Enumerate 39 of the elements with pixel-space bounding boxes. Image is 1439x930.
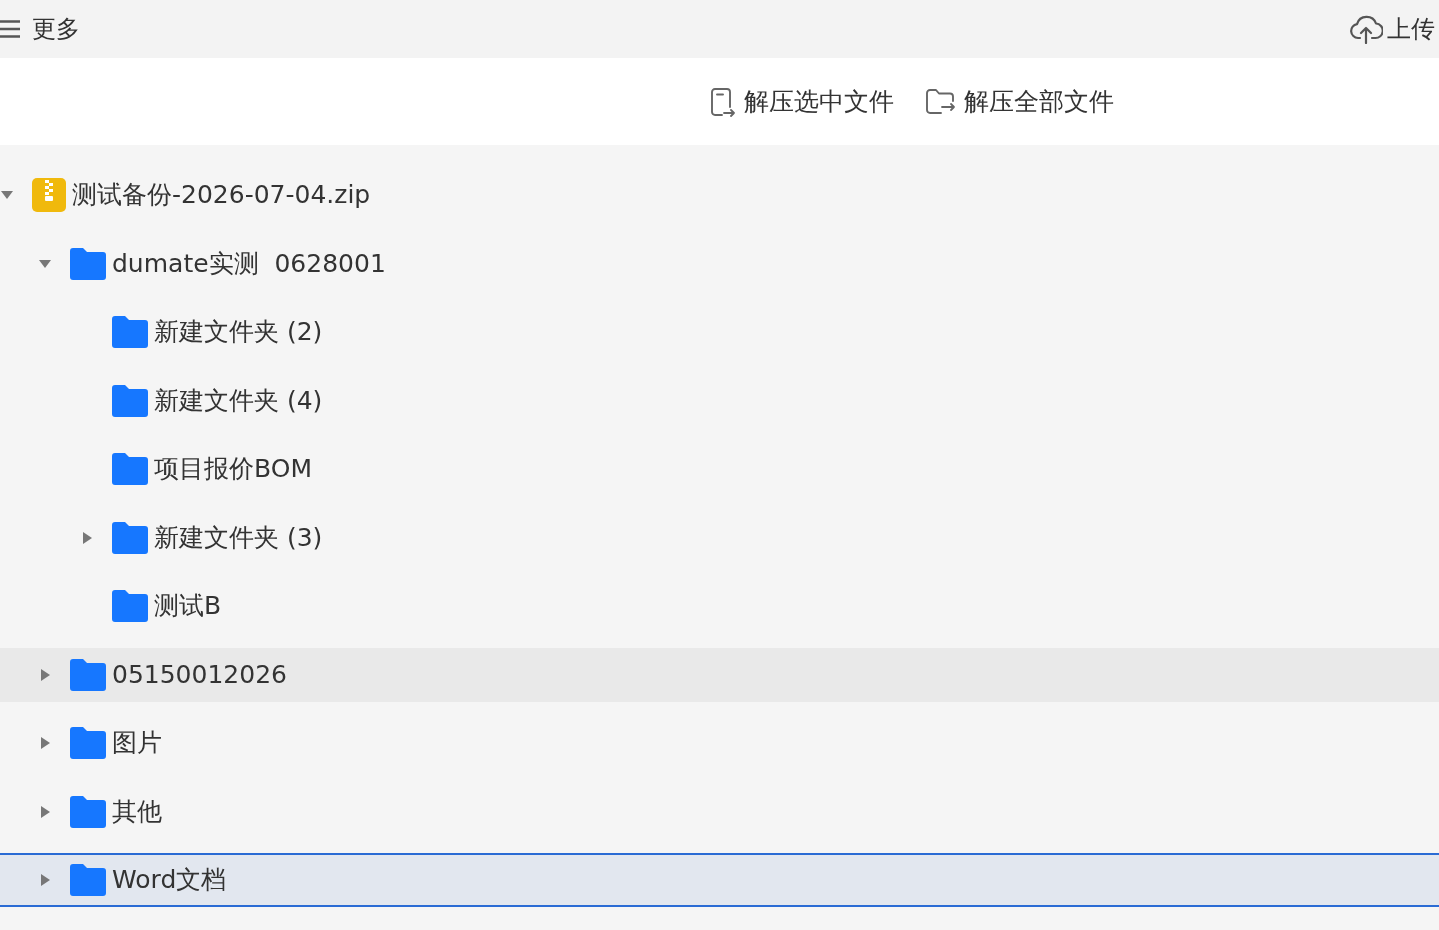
folder-icon	[112, 590, 148, 622]
caret-down-icon[interactable]	[1, 191, 13, 199]
cloud-upload-icon	[1349, 14, 1383, 44]
folder-icon	[70, 795, 106, 828]
folder-name[interactable]: 05150012026	[112, 660, 287, 689]
folder-name[interactable]: 新建文件夹 (3)	[154, 523, 323, 552]
folder-name[interactable]: 其他	[112, 797, 162, 826]
tree-row[interactable]: Word文档	[0, 853, 1439, 907]
folder-icon	[70, 864, 106, 896]
folder-arrow-icon	[926, 88, 956, 115]
folder-name[interactable]: 项目报价BOM	[154, 455, 312, 483]
caret-right-icon[interactable]	[40, 737, 50, 749]
caret-down-icon[interactable]	[39, 259, 51, 268]
folder-name[interactable]: 新建文件夹 (4)	[154, 386, 323, 415]
folder-name[interactable]: 图片	[112, 729, 162, 757]
folder-name[interactable]: Word文档	[112, 866, 227, 894]
more-button[interactable]: 更多	[0, 17, 80, 41]
caret-right-icon[interactable]	[40, 805, 50, 818]
folder-icon	[112, 453, 148, 485]
caret-right-icon[interactable]	[82, 531, 92, 544]
folder-icon	[112, 521, 148, 554]
folder-name[interactable]: dumate实测 0628001	[112, 249, 386, 278]
folder-icon	[70, 247, 106, 280]
document-arrow-icon	[710, 86, 736, 117]
caret-right-icon[interactable]	[40, 668, 50, 681]
folder-icon	[70, 658, 106, 691]
archive-name[interactable]: 测试备份-2026-07-04.zip	[72, 181, 371, 209]
folder-icon	[70, 727, 106, 759]
folder-name[interactable]: 测试B	[154, 592, 222, 620]
tree-row[interactable]: 05150012026	[0, 647, 1439, 702]
caret-right-icon[interactable]	[40, 874, 50, 886]
zip-archive-icon	[32, 178, 66, 212]
folder-icon	[112, 384, 148, 417]
upload-button[interactable]: 上传	[1349, 14, 1439, 44]
toolbar-button[interactable]: 解压全部文件	[926, 88, 1114, 115]
toolbar-button[interactable]: 解压选中文件	[710, 86, 894, 117]
folder-icon	[112, 316, 148, 348]
folder-name[interactable]: 新建文件夹 (2)	[154, 318, 323, 346]
menu-icon	[0, 20, 20, 38]
